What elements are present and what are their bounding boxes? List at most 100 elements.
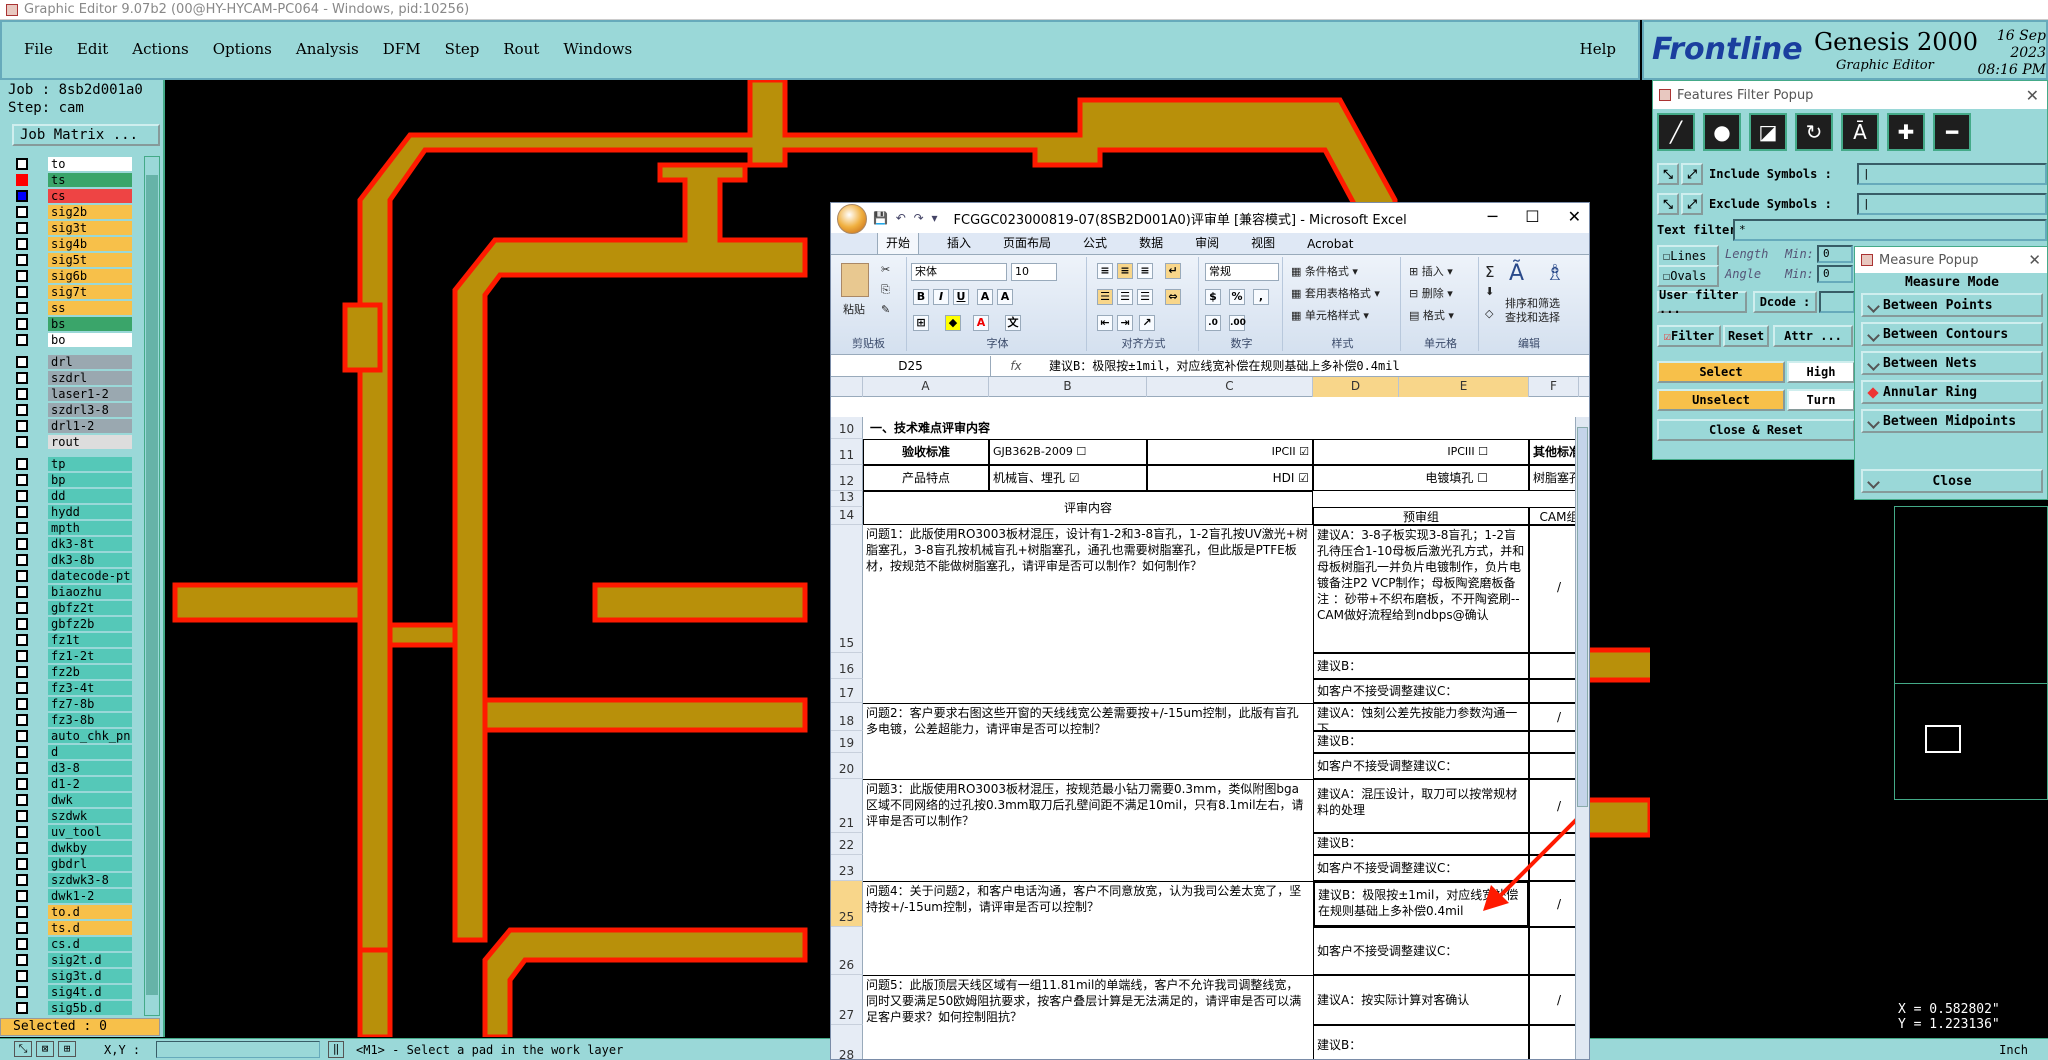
col-header-a[interactable]: A: [863, 377, 989, 397]
underline-icon[interactable]: U: [953, 289, 969, 305]
exclude-sym-icon[interactable]: ⤡: [1657, 193, 1679, 215]
measure-close-button[interactable]: Close: [1861, 469, 2043, 493]
find-select-label[interactable]: 查找和选择: [1505, 311, 1560, 324]
col-header-e[interactable]: E: [1399, 377, 1529, 397]
arc-tool-icon[interactable]: ↻: [1795, 113, 1833, 151]
layer-label[interactable]: to: [48, 157, 132, 171]
include-symbols-input[interactable]: |: [1857, 163, 2047, 185]
row-header[interactable]: 14: [831, 507, 863, 525]
minus-icon[interactable]: ━: [1933, 113, 1971, 151]
layer-row[interactable]: d3-8: [10, 760, 132, 776]
layer-label[interactable]: fz2b: [48, 665, 132, 679]
font-color-icon[interactable]: A: [973, 315, 989, 331]
pad-tool-icon[interactable]: ●: [1703, 113, 1741, 151]
layer-label[interactable]: dd: [48, 489, 132, 503]
layer-checkbox[interactable]: [16, 906, 28, 918]
xy-input[interactable]: [156, 1041, 320, 1058]
filter-toggle[interactable]: ☑ Filter: [1657, 325, 1721, 347]
layer-checkbox[interactable]: [16, 190, 28, 202]
surface-tool-icon[interactable]: ◪: [1749, 113, 1787, 151]
user-filter-button[interactable]: User filter ...: [1657, 288, 1747, 316]
layer-label[interactable]: fz7-8b: [48, 697, 132, 711]
layer-row[interactable]: biaozhu: [10, 584, 132, 600]
layer-checkbox[interactable]: [16, 970, 28, 982]
layer-checkbox[interactable]: [16, 222, 28, 234]
layer-label[interactable]: sig6b: [48, 269, 132, 283]
find-select-icon[interactable]: ♗: [1545, 261, 1565, 286]
row-header[interactable]: 22: [831, 833, 863, 855]
tab-formulas[interactable]: 公式: [1079, 234, 1111, 254]
align-top-icon[interactable]: ≡: [1097, 263, 1113, 279]
layer-checkbox[interactable]: [16, 874, 28, 886]
select-icon[interactable]: ⤡: [14, 1041, 32, 1057]
layer-row[interactable]: szdwk: [10, 808, 132, 824]
row-header[interactable]: 18: [831, 703, 863, 731]
layer-checkbox[interactable]: [16, 570, 28, 582]
fill-icon[interactable]: ⬇: [1485, 285, 1494, 298]
layer-checkbox[interactable]: [16, 372, 28, 384]
layer-label[interactable]: ts.d: [48, 921, 132, 935]
layer-label[interactable]: szdrl: [48, 371, 132, 385]
layer-checkbox[interactable]: [16, 436, 28, 448]
layer-checkbox[interactable]: [16, 522, 28, 534]
maximize-icon[interactable]: ☐: [1525, 207, 1539, 226]
include-sym-icon[interactable]: ⤡: [1657, 163, 1679, 185]
layer-row[interactable]: datecode-pt: [10, 568, 132, 584]
layer-checkbox[interactable]: [16, 778, 28, 790]
layer-label[interactable]: biaozhu: [48, 585, 132, 599]
layer-label[interactable]: ss: [48, 301, 132, 315]
dcode-button[interactable]: Dcode :: [1753, 291, 1817, 313]
row-header[interactable]: 17: [831, 679, 863, 703]
layer-row[interactable]: ts: [10, 172, 132, 188]
layer-checkbox[interactable]: [16, 158, 28, 170]
layer-row[interactable]: cs.d: [10, 936, 132, 952]
layer-checkbox[interactable]: [16, 666, 28, 678]
layer-checkbox[interactable]: [16, 762, 28, 774]
layer-row[interactable]: szdrl: [10, 370, 132, 386]
layer-label[interactable]: sig3t.d: [48, 969, 132, 983]
layer-row[interactable]: fz3-8b: [10, 712, 132, 728]
col-header-f[interactable]: F: [1529, 377, 1579, 397]
menu-edit[interactable]: Edit: [77, 40, 108, 58]
layer-label[interactable]: d3-8: [48, 761, 132, 775]
layer-scrollbar[interactable]: [144, 156, 160, 1016]
row-header[interactable]: 27: [831, 975, 863, 1025]
font-name-select[interactable]: 宋体: [911, 263, 1007, 281]
layer-row[interactable]: dwk1-2: [10, 888, 132, 904]
layer-label[interactable]: hydd: [48, 505, 132, 519]
col-header-d[interactable]: D: [1313, 377, 1399, 397]
tab-acrobat[interactable]: Acrobat: [1303, 237, 1357, 254]
select-button[interactable]: Select: [1657, 361, 1785, 383]
layer-label[interactable]: datecode-pt: [48, 569, 132, 583]
layer-checkbox[interactable]: [16, 302, 28, 314]
layer-row[interactable]: dk3-8t: [10, 536, 132, 552]
lines-checkbox[interactable]: ☐ Lines: [1657, 245, 1719, 267]
layer-checkbox[interactable]: [16, 554, 28, 566]
percent-icon[interactable]: %: [1229, 289, 1245, 305]
layer-label[interactable]: to.d: [48, 905, 132, 919]
layer-checkbox[interactable]: [16, 1002, 28, 1014]
excel-vertical-scrollbar[interactable]: [1575, 417, 1589, 1059]
layer-row[interactable]: laser1-2: [10, 386, 132, 402]
row-header[interactable]: 16: [831, 653, 863, 679]
conditional-format-button[interactable]: ▦ 条件格式 ▾: [1291, 263, 1358, 279]
mode-annular-ring[interactable]: Annular Ring: [1861, 380, 2043, 404]
layer-checkbox[interactable]: [16, 954, 28, 966]
formula-input[interactable]: 建议B：极限按±1mil，对应线宽补偿在规则基础上多补偿0.4mil: [1041, 357, 1589, 374]
layer-row[interactable]: sig5b.d: [10, 1000, 132, 1016]
layer-checkbox[interactable]: [16, 388, 28, 400]
layer-checkbox[interactable]: [16, 730, 28, 742]
align-center-icon[interactable]: ☰: [1117, 289, 1133, 305]
menu-file[interactable]: File: [24, 40, 53, 58]
layer-label[interactable]: sig4t.d: [48, 985, 132, 999]
layer-checkbox[interactable]: [16, 650, 28, 662]
layer-label[interactable]: sig2b: [48, 205, 132, 219]
bold-icon[interactable]: B: [913, 289, 929, 305]
layer-label[interactable]: fz1t: [48, 633, 132, 647]
layer-row[interactable]: fz7-8b: [10, 696, 132, 712]
layer-label[interactable]: drl1-2: [48, 419, 132, 433]
grid-icon[interactable]: ⊞: [58, 1041, 76, 1057]
layer-checkbox[interactable]: [16, 174, 28, 186]
mode-between-points[interactable]: Between Points: [1861, 293, 2043, 317]
row-header[interactable]: 10: [831, 417, 863, 439]
